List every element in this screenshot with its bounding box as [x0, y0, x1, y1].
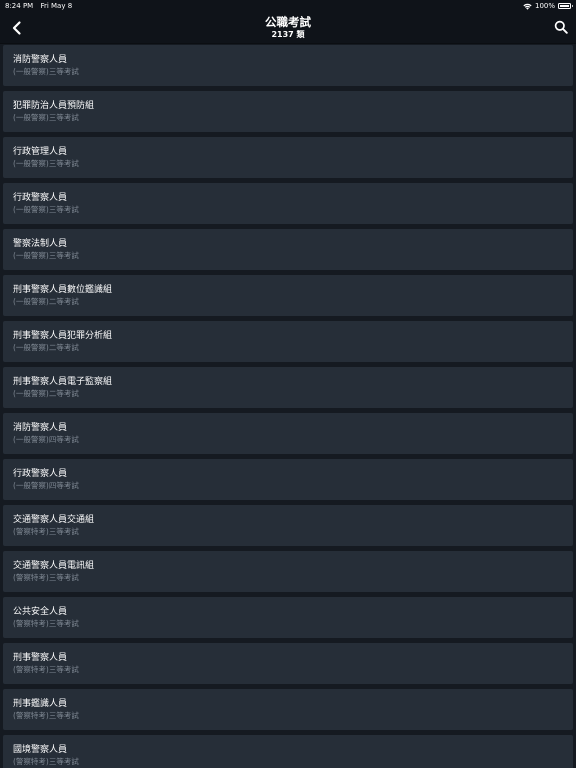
item-title: 公共安全人員: [13, 607, 68, 617]
exam-category-list: 消防警察人員 (一般警察)三等考試 犯罪防治人員預防組 (一般警察)三等考試 行政管理人…: [3, 45, 573, 768]
list-item[interactable]: 行政警察人員 (一般警察)四等考試: [3, 459, 573, 500]
list-item[interactable]: 行政警察人員 (一般警察)三等考試: [3, 183, 573, 224]
item-title: 交通警察人員電訊組: [13, 561, 95, 571]
item-title: 刑事警察人員數位鑑識組: [13, 285, 113, 295]
item-subtitle: (警察特考)三等考試: [13, 619, 79, 628]
item-title: 刑事警察人員電子監察組: [13, 377, 113, 387]
item-subtitle: (警察特考)三等考試: [13, 665, 79, 674]
status-time: 8:24 PM: [5, 2, 34, 10]
list-item[interactable]: 交通警察人員交通組 (警察特考)三等考試: [3, 505, 573, 546]
list-item[interactable]: 警察法制人員 (一般警察)三等考試: [3, 229, 573, 270]
item-subtitle: (警察特考)三等考試: [13, 527, 79, 536]
item-title: 行政警察人員: [13, 193, 68, 203]
item-subtitle: (警察特考)三等考試: [13, 757, 79, 766]
item-title: 刑事鑑識人員: [13, 699, 68, 709]
category-count: 2137 類: [271, 30, 305, 39]
item-subtitle: (警察特考)三等考試: [13, 573, 79, 582]
item-subtitle: (一般警察)三等考試: [13, 251, 79, 260]
item-subtitle: (一般警察)三等考試: [13, 159, 79, 168]
battery-fill: [560, 5, 569, 7]
item-title: 刑事警察人員犯罪分析組: [13, 331, 113, 341]
item-subtitle: (一般警察)四等考試: [13, 435, 79, 444]
item-subtitle: (一般警察)三等考試: [13, 113, 79, 122]
item-subtitle: (一般警察)二等考試: [13, 297, 79, 306]
list-item[interactable]: 消防警察人員 (一般警察)四等考試: [3, 413, 573, 454]
item-subtitle: (一般警察)三等考試: [13, 205, 79, 214]
status-left: 8:24 PM Fri May 8: [5, 0, 72, 12]
list-item[interactable]: 犯罪防治人員預防組 (一般警察)三等考試: [3, 91, 573, 132]
search-icon[interactable]: [554, 20, 568, 34]
item-title: 行政管理人員: [13, 147, 68, 157]
item-title: 消防警察人員: [13, 55, 68, 65]
list-item[interactable]: 消防警察人員 (一般警察)三等考試: [3, 45, 573, 86]
item-title: 犯罪防治人員預防組: [13, 101, 95, 111]
list-item[interactable]: 公共安全人員 (警察特考)三等考試: [3, 597, 573, 638]
item-title: 行政警察人員: [13, 469, 68, 479]
battery-icon: [558, 3, 573, 9]
status-bar: 8:24 PM Fri May 8 100%: [0, 0, 576, 12]
list-item[interactable]: 行政管理人員 (一般警察)三等考試: [3, 137, 573, 178]
item-title: 國境警察人員: [13, 745, 68, 755]
list-item[interactable]: 刑事警察人員犯罪分析組 (一般警察)二等考試: [3, 321, 573, 362]
item-subtitle: (警察特考)三等考試: [13, 711, 79, 720]
item-title: 警察法制人員: [13, 239, 68, 249]
item-subtitle: (一般警察)二等考試: [13, 389, 79, 398]
item-subtitle: (一般警察)二等考試: [13, 343, 79, 352]
wifi-icon: [523, 3, 532, 10]
status-right: 100%: [523, 0, 573, 12]
item-subtitle: (一般警察)三等考試: [13, 67, 79, 76]
list-item[interactable]: 刑事鑑識人員 (警察特考)三等考試: [3, 689, 573, 730]
item-title: 交通警察人員交通組: [13, 515, 95, 525]
list-item[interactable]: 刑事警察人員數位鑑識組 (一般警察)二等考試: [3, 275, 573, 316]
navigation-bar: 公職考試 2137 類: [0, 12, 576, 44]
list-item[interactable]: 交通警察人員電訊組 (警察特考)三等考試: [3, 551, 573, 592]
battery-percent: 100%: [534, 2, 555, 10]
page-title: 公職考試: [265, 15, 311, 29]
status-date: Fri May 8: [40, 2, 73, 10]
list-item[interactable]: 國境警察人員 (警察特考)三等考試: [3, 735, 573, 768]
item-title: 刑事警察人員: [13, 653, 68, 663]
list-item[interactable]: 刑事警察人員 (警察特考)三等考試: [3, 643, 573, 684]
item-title: 消防警察人員: [13, 423, 68, 433]
item-subtitle: (一般警察)四等考試: [13, 481, 79, 490]
list-item[interactable]: 刑事警察人員電子監察組 (一般警察)二等考試: [3, 367, 573, 408]
